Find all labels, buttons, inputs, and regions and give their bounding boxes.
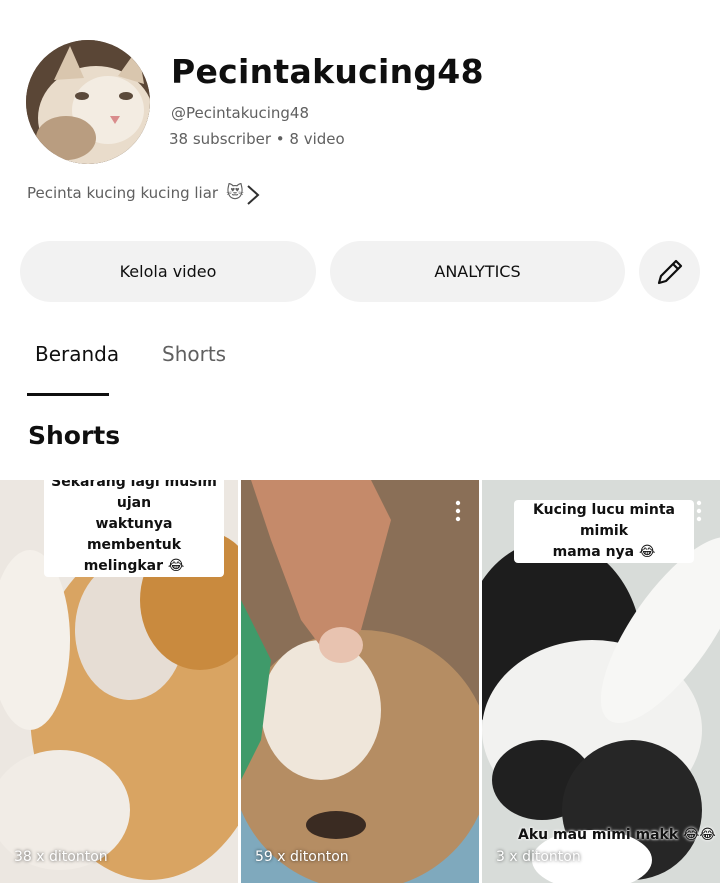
pencil-icon	[657, 259, 682, 284]
short-thumbnail-2	[241, 480, 479, 883]
caption-line: melingkar 😂	[83, 558, 185, 574]
short-caption-3: Kucing lucu minta mimik mama nya 😂	[514, 500, 694, 563]
view-count: 59 x ditonton	[255, 849, 349, 865]
short-overlay-text-3: Aku mau mimi makk 😂😂	[518, 827, 716, 843]
view-count: 38 x ditonton	[14, 849, 108, 865]
short-card-2[interactable]: 59 x ditonton	[241, 480, 479, 883]
view-count: 3 x ditonton	[496, 849, 581, 865]
description-text: Pecinta kucing kucing liar	[27, 184, 219, 202]
short-card-3[interactable]: Kucing lucu minta mimik mama nya 😂 Aku m…	[482, 480, 720, 883]
tab-beranda[interactable]: Beranda	[35, 342, 119, 366]
more-vert-icon[interactable]	[214, 500, 220, 522]
selected-tab-indicator	[27, 393, 109, 396]
edit-channel-button[interactable]	[639, 241, 700, 302]
caption-line: mama nya 😂	[552, 544, 656, 560]
section-title: Shorts	[28, 421, 121, 450]
more-vert-icon[interactable]	[696, 500, 702, 522]
caption-line: waktunya membentuk	[86, 516, 182, 553]
channel-handle: @Pecintakucing48	[171, 104, 309, 122]
channel-stats: 38 subscriber • 8 video	[169, 130, 345, 148]
short-caption-1: Sekarang lagi musim ujan waktunya memben…	[44, 480, 224, 577]
analytics-button[interactable]: ANALYTICS	[330, 241, 625, 302]
tab-shorts[interactable]: Shorts	[162, 342, 226, 366]
cat-avatar-image	[26, 40, 150, 164]
channel-description[interactable]: Pecinta kucing kucing liar 😻	[27, 183, 244, 203]
channel-name: Pecintakucing48	[171, 52, 484, 91]
heart-eyes-cat-emoji: 😻	[226, 183, 244, 203]
chevron-right-icon[interactable]	[243, 183, 263, 207]
more-vert-icon[interactable]	[455, 500, 461, 522]
caption-line: Sekarang lagi musim ujan	[51, 480, 217, 511]
caption-line: Kucing lucu minta mimik	[533, 502, 675, 539]
manage-videos-button[interactable]: Kelola video	[20, 241, 316, 302]
short-card-1[interactable]: Sekarang lagi musim ujan waktunya memben…	[0, 480, 238, 883]
channel-avatar[interactable]	[26, 40, 150, 164]
